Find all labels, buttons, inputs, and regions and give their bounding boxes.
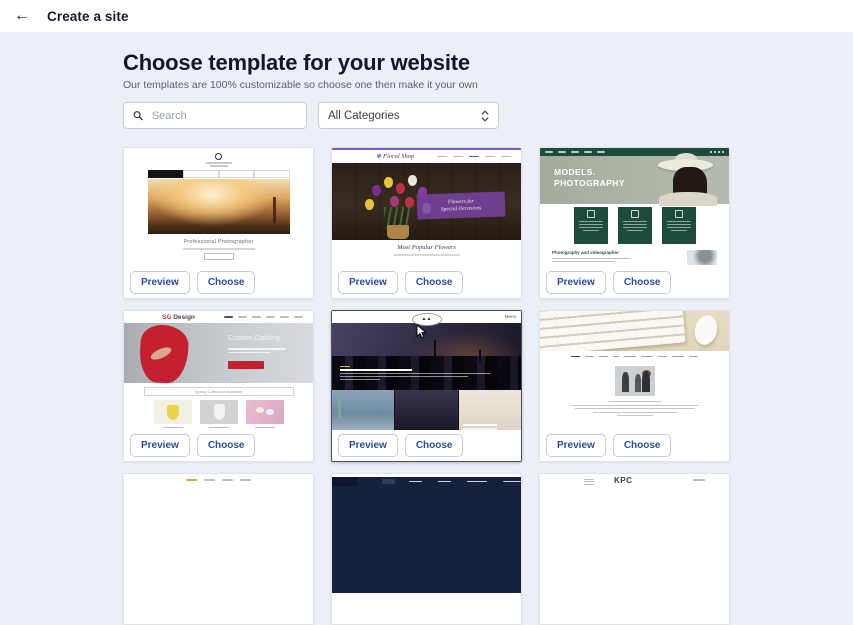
card-actions: Preview Choose [332, 430, 521, 461]
card-actions: Preview Choose [332, 267, 521, 298]
computer-mouse [692, 313, 721, 347]
category-dropdown[interactable]: All Categories [318, 102, 499, 129]
gallery-thumbnails [332, 390, 521, 430]
mini-button [204, 253, 234, 260]
search-icon [133, 110, 143, 121]
filter-controls: All Categories [123, 102, 853, 129]
choose-button[interactable]: Choose [613, 434, 672, 457]
template-card-row3-middle[interactable] [331, 473, 522, 625]
keyboard [540, 311, 686, 351]
book-icon [587, 210, 595, 218]
mini-navbar: ▲▲ Menu [332, 311, 521, 323]
template-card-models-photography[interactable]: MODELS. PHOTOGRAPHY Photography and vide… [539, 147, 730, 299]
hero-title: MODELS. PHOTOGRAPHY [554, 167, 625, 188]
article-text-lines [540, 401, 729, 416]
statue-of-liberty [338, 396, 341, 418]
subheading: Our templates are 100% customizable so c… [123, 79, 853, 92]
search-input[interactable] [150, 109, 297, 123]
mini-logo-box [332, 477, 358, 486]
flower-icon: ✾ [376, 154, 381, 160]
template-thumbnail-floral: ✾Floral Shop Flowers for [332, 148, 521, 267]
template-card-photographer[interactable]: Professional Photographer Preview Choose [123, 147, 314, 299]
choose-button[interactable]: Choose [197, 434, 256, 457]
topbar: ← Create a site [0, 0, 853, 32]
mini-navbar: ✾Floral Shop [332, 150, 521, 163]
hero-model-photo: MODELS. PHOTOGRAPHY [540, 156, 729, 204]
template-thumbnail-city: ▲▲ Menu [332, 311, 521, 430]
mini-navbar [332, 477, 521, 486]
template-card-city-travel[interactable]: ▲▲ Menu [331, 310, 522, 462]
mini-navbar [148, 170, 290, 178]
mini-menu-label: Menu [505, 314, 516, 319]
template-grid: Professional Photographer Preview Choose… [123, 147, 743, 625]
back-arrow-icon[interactable]: ← [11, 5, 33, 27]
hero-banner: Flowers for Special Occasions [417, 191, 506, 219]
template-card-floral-shop[interactable]: ✾Floral Shop Flowers for [331, 147, 522, 299]
mouse-cursor [416, 324, 427, 339]
keyboard-photo [540, 311, 729, 351]
template-card-business[interactable]: Preview Choose [539, 310, 730, 462]
office-photo [615, 366, 655, 396]
article-preview: Photography and videographer [540, 247, 729, 265]
card-actions: Preview Choose [540, 267, 729, 298]
hero-red-dress-photo: Custom Clothing [124, 323, 313, 383]
mini-cta-button [228, 361, 264, 369]
template-thumbnail [332, 474, 521, 593]
template-thumbnail-models: MODELS. PHOTOGRAPHY Photography and vide… [540, 148, 729, 267]
page-title: Create a site [47, 9, 129, 24]
mini-logo: KPC [614, 476, 632, 485]
card-actions: Preview Choose [124, 267, 313, 298]
hero-text-lines [340, 366, 490, 381]
main-content: Choose template for your website Our tem… [0, 32, 853, 625]
mini-navbar [540, 148, 729, 156]
aperture-logo-icon [215, 153, 222, 160]
template-thumbnail-business [540, 311, 729, 430]
template-card-row3-left[interactable] [123, 473, 314, 625]
template-thumbnail-photographer: Professional Photographer [124, 148, 313, 267]
preview-button[interactable]: Preview [338, 271, 398, 294]
choose-button[interactable]: Choose [405, 271, 464, 294]
template-thumbnail-sg-design: SG Design Custom Clothing Spring Collect… [124, 311, 313, 430]
preview-button[interactable]: Preview [338, 434, 398, 457]
preview-button[interactable]: Preview [546, 271, 606, 294]
image-icon [631, 210, 639, 218]
choose-button[interactable]: Choose [197, 271, 256, 294]
mini-title: Professional Photographer [124, 239, 313, 245]
template-card-row3-right[interactable]: KPC [539, 473, 730, 625]
camera-icon [675, 210, 683, 218]
preview-button[interactable]: Preview [130, 271, 190, 294]
article-photo [687, 250, 717, 265]
search-box[interactable] [123, 102, 307, 129]
product-thumbnails [124, 400, 313, 424]
collection-banner: Spring Collection Available [144, 387, 294, 396]
card-actions: Preview Choose [540, 430, 729, 461]
mini-navbar: SG Design [124, 311, 313, 323]
template-thumbnail: KPC [540, 474, 729, 593]
card-actions: Preview Choose [124, 430, 313, 461]
sunset-field-photo [148, 179, 290, 234]
choose-button[interactable]: Choose [613, 271, 672, 294]
template-thumbnail [124, 474, 313, 593]
heading: Choose template for your website [123, 50, 853, 76]
template-card-sg-design[interactable]: SG Design Custom Clothing Spring Collect… [123, 310, 314, 462]
choose-button[interactable]: Choose [405, 434, 464, 457]
chevron-updown-icon [481, 110, 489, 122]
feature-boxes [540, 204, 729, 247]
hero-title: Custom Clothing [228, 335, 280, 342]
preview-button[interactable]: Preview [130, 434, 190, 457]
preview-button[interactable]: Preview [546, 434, 606, 457]
mini-caption: Most Popular Flowers [332, 244, 521, 251]
mini-navbar [540, 351, 729, 362]
category-selected-value: All Categories [328, 110, 400, 122]
tulip-bouquet-photo: Flowers for Special Occasions [332, 163, 521, 240]
